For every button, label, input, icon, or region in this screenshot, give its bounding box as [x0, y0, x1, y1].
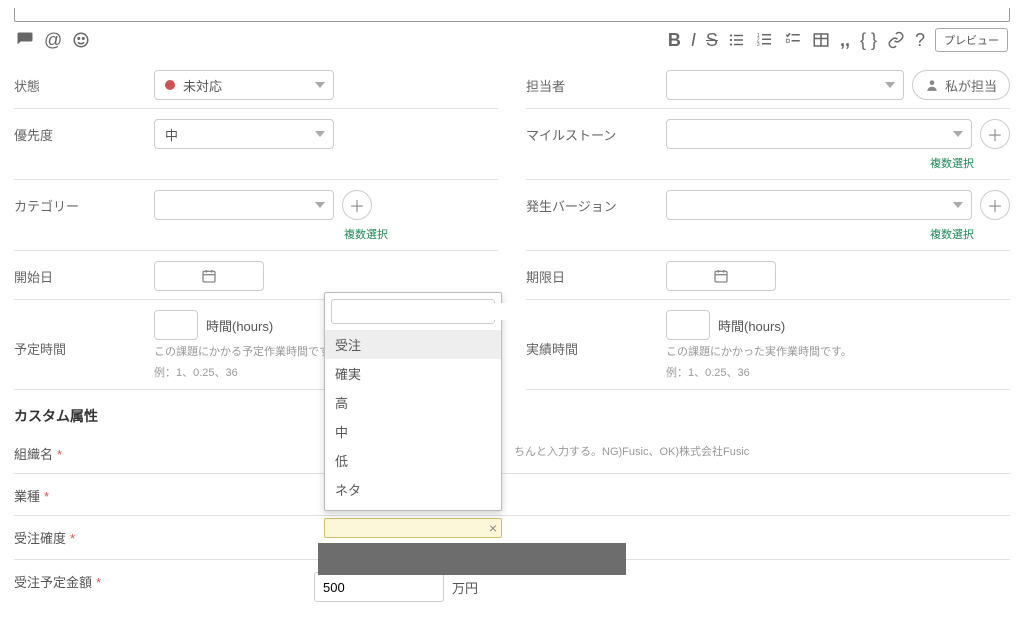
- ol-icon[interactable]: 123: [756, 31, 774, 49]
- act-hint-example: 例：1、0.25、36: [666, 365, 1010, 382]
- help-icon[interactable]: ?: [915, 30, 925, 51]
- popup-item[interactable]: 中: [325, 417, 501, 446]
- svg-text:3: 3: [757, 42, 760, 48]
- priority-value: 中: [165, 125, 178, 144]
- speech-icon[interactable]: [16, 31, 34, 49]
- probability-combobox-popup: 受注 確実 高 中 低 ネタ 失注 リード(後で思い出したい): [324, 292, 502, 511]
- category-dropdown[interactable]: [154, 190, 334, 220]
- act-hours-input[interactable]: [666, 310, 710, 340]
- hours-unit: 時間(hours): [718, 316, 785, 335]
- chevron-down-icon: [315, 82, 325, 88]
- org-label: 組織名*: [14, 444, 314, 463]
- checklist-icon[interactable]: [784, 31, 802, 49]
- code-icon[interactable]: { }: [860, 30, 877, 51]
- category-multi-hint[interactable]: 複数選択: [154, 226, 498, 242]
- mention-icon[interactable]: @: [44, 30, 62, 51]
- amount-unit: 万円: [452, 578, 478, 597]
- status-dot-icon: [165, 80, 175, 90]
- version-label: 発生バージョン: [526, 190, 666, 215]
- version-multi-hint[interactable]: 複数選択: [666, 226, 1010, 242]
- calendar-icon: [201, 268, 217, 284]
- close-icon[interactable]: ×: [489, 520, 497, 536]
- person-icon: [925, 78, 939, 92]
- industry-label: 業種*: [14, 486, 314, 505]
- popup-item[interactable]: 失注: [325, 504, 501, 510]
- amount-input[interactable]: [314, 572, 444, 602]
- assignee-label: 担当者: [526, 70, 666, 95]
- add-version-button[interactable]: ＋: [980, 190, 1010, 220]
- start-date-input[interactable]: [154, 261, 264, 291]
- chevron-down-icon: [315, 131, 325, 137]
- est-hours-input[interactable]: [154, 310, 198, 340]
- priority-label: 優先度: [14, 119, 154, 144]
- chevron-down-icon: [885, 82, 895, 88]
- add-category-button[interactable]: ＋: [342, 190, 372, 220]
- milestone-label: マイルストーン: [526, 119, 666, 144]
- est-time-label: 予定時間: [14, 333, 154, 358]
- status-dropdown[interactable]: 未対応: [154, 70, 334, 100]
- selected-tag: ×: [324, 518, 502, 538]
- popup-item[interactable]: ネタ: [325, 475, 501, 504]
- start-date-label: 開始日: [14, 261, 154, 286]
- calendar-icon: [713, 268, 729, 284]
- issue-form: 状態 未対応 担当者 私が担当: [14, 60, 1010, 390]
- add-milestone-button[interactable]: ＋: [980, 119, 1010, 149]
- amount-label: 受注予定金額*: [14, 572, 314, 591]
- italic-icon[interactable]: I: [691, 30, 696, 51]
- due-date-label: 期限日: [526, 261, 666, 286]
- quote-icon[interactable]: ,,: [840, 30, 850, 51]
- version-dropdown[interactable]: [666, 190, 972, 220]
- status-value: 未対応: [183, 76, 222, 95]
- emoji-icon[interactable]: [72, 31, 90, 49]
- popup-search-input[interactable]: [344, 303, 524, 320]
- assign-me-button[interactable]: 私が担当: [912, 70, 1010, 100]
- strike-icon[interactable]: S: [706, 30, 718, 51]
- probability-label: 受注確度*: [14, 528, 314, 547]
- hours-unit: 時間(hours): [206, 316, 273, 335]
- popup-item[interactable]: 確実: [325, 359, 501, 388]
- priority-dropdown[interactable]: 中: [154, 119, 334, 149]
- editor-toolbar: @ B I S 123 ,, { } ? プレビュー: [14, 22, 1010, 60]
- link-icon[interactable]: [887, 31, 905, 49]
- popup-search[interactable]: [331, 299, 495, 324]
- act-hint: この課題にかかった実作業時間です。: [666, 344, 1010, 361]
- bold-icon[interactable]: B: [668, 30, 681, 51]
- status-label: 状態: [14, 70, 154, 95]
- popup-item[interactable]: 低: [325, 446, 501, 475]
- act-time-label: 実績時間: [526, 333, 666, 358]
- popup-item[interactable]: 受注: [325, 330, 501, 359]
- chevron-down-icon: [315, 202, 325, 208]
- milestone-multi-hint[interactable]: 複数選択: [666, 155, 1010, 171]
- popup-item[interactable]: 高: [325, 388, 501, 417]
- assign-me-label: 私が担当: [945, 76, 997, 95]
- due-date-input[interactable]: [666, 261, 776, 291]
- milestone-dropdown[interactable]: [666, 119, 972, 149]
- ul-icon[interactable]: [728, 31, 746, 49]
- category-label: カテゴリー: [14, 190, 154, 215]
- chevron-down-icon: [953, 131, 963, 137]
- preview-button[interactable]: プレビュー: [935, 28, 1008, 52]
- assignee-dropdown[interactable]: [666, 70, 904, 100]
- table-icon[interactable]: [812, 31, 830, 49]
- popup-list: 受注 確実 高 中 低 ネタ 失注 リード(後で思い出したい): [325, 330, 501, 510]
- probability-value-bg: [318, 543, 626, 575]
- editor-textarea[interactable]: [14, 8, 1010, 22]
- chevron-down-icon: [953, 202, 963, 208]
- custom-attrs-heading: カスタム属性: [14, 406, 1010, 426]
